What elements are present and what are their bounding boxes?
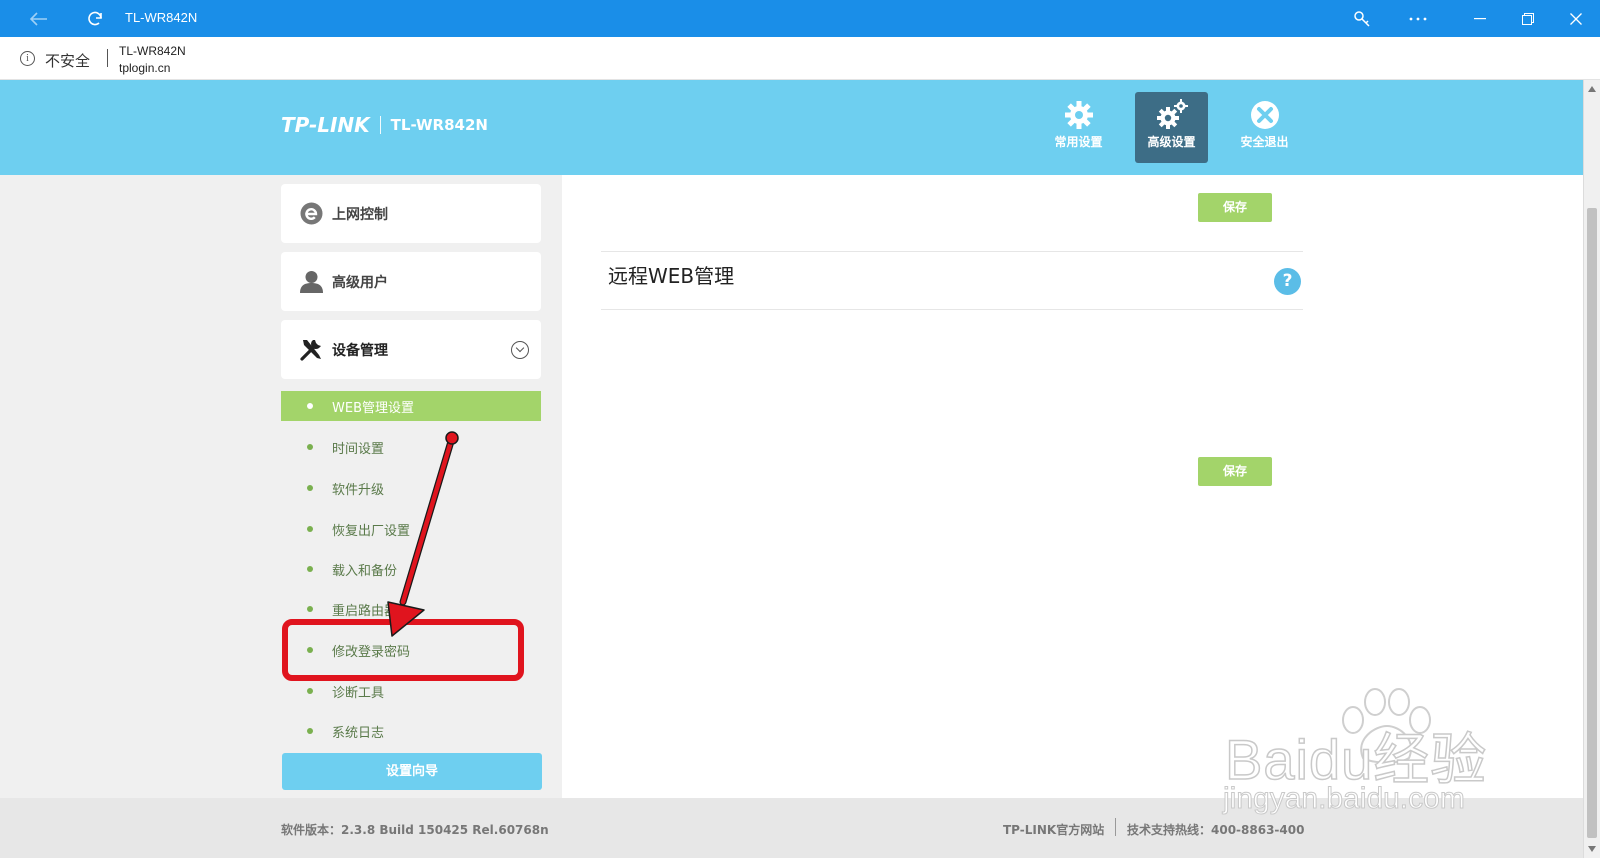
back-arrow-icon[interactable] (26, 0, 52, 37)
sidebar-item-label: 时间设置 (332, 442, 385, 457)
sidebar-item-label: 重启路由器 (332, 604, 398, 619)
tab-title: TL-WR842N (125, 10, 198, 25)
gear-icon (1064, 101, 1093, 129)
sidebar-item-web-management[interactable]: WEB管理设置 (281, 391, 541, 421)
sidebar-item-label: 修改登录密码 (332, 645, 411, 660)
bullet-icon (307, 606, 313, 612)
sidebar-item-label: WEB管理设置 (332, 401, 414, 416)
vertical-scrollbar[interactable] (1583, 80, 1600, 858)
sidebar-item-label: 系统日志 (332, 726, 385, 741)
brand-name: TP-LINK (281, 113, 370, 137)
bullet-icon (307, 485, 313, 491)
divider (601, 251, 1303, 252)
scrollbar-thumb[interactable] (1587, 208, 1597, 838)
sidebar-item-time-settings[interactable]: 时间设置 (281, 432, 541, 462)
internet-e-icon (300, 202, 323, 225)
save-button-bottom[interactable]: 保存 (1198, 457, 1272, 486)
sidebar-item-load-backup[interactable]: 载入和备份 (281, 554, 541, 584)
sidebar-section-label: 上网控制 (332, 207, 388, 223)
address-separator (107, 49, 108, 67)
gears-icon (1156, 99, 1188, 129)
brand-divider (379, 116, 381, 134)
sidebar-item-software-upgrade[interactable]: 软件升级 (281, 473, 541, 503)
support-hotline: 技术支持热线：400-8863-400 (1127, 823, 1305, 837)
bullet-icon (307, 444, 313, 450)
address-bar[interactable]: i 不安全 TL-WR842N tplogin.cn (0, 37, 1600, 80)
refresh-icon[interactable] (82, 0, 108, 37)
info-icon[interactable]: i (20, 51, 35, 66)
nav-logout[interactable]: 安全退出 (1228, 92, 1301, 163)
minimize-icon[interactable] (1467, 0, 1493, 37)
key-icon[interactable] (1349, 0, 1375, 37)
chevron-down-icon[interactable] (511, 341, 529, 359)
bullet-icon (307, 526, 313, 532)
router-header: TP-LINK TL-WR842N 常用设置 高级设置 安全退出 (0, 80, 1583, 175)
main-content: 保存 远程WEB管理 ? 保存 (562, 175, 1583, 798)
restore-icon[interactable] (1515, 0, 1541, 37)
page-viewport: TP-LINK TL-WR842N 常用设置 高级设置 安全退出 上网控制 高级… (0, 80, 1583, 858)
nav-label: 常用设置 (1054, 135, 1103, 149)
scroll-up-icon[interactable] (1588, 86, 1596, 92)
tools-icon (300, 340, 321, 361)
sidebar-section-advanced-user[interactable]: 高级用户 (281, 252, 541, 311)
bullet-icon (307, 403, 313, 409)
software-version: 软件版本：2.3.8 Build 150425 Rel.60768n (281, 823, 549, 837)
brand-model: TL-WR842N (390, 116, 488, 134)
sidebar-item-label: 软件升级 (332, 483, 385, 498)
save-button-top[interactable]: 保存 (1198, 193, 1272, 222)
sidebar-section-label: 高级用户 (332, 275, 388, 291)
nav-label: 高级设置 (1147, 135, 1196, 149)
address-url[interactable]: tplogin.cn (119, 61, 170, 75)
security-label[interactable]: 不安全 (45, 50, 90, 71)
more-options-icon[interactable] (1405, 0, 1431, 37)
sidebar-item-label: 诊断工具 (332, 686, 385, 701)
browser-titlebar: TL-WR842N (0, 0, 1600, 37)
sidebar-item-label: 恢复出厂设置 (332, 524, 411, 539)
setup-wizard-button[interactable]: 设置向导 (282, 753, 542, 790)
sidebar-item-reboot-router[interactable]: 重启路由器 (281, 594, 541, 624)
bullet-icon (307, 688, 313, 694)
sidebar-item-diagnostic-tools[interactable]: 诊断工具 (281, 676, 541, 706)
nav-advanced-settings[interactable]: 高级设置 (1135, 92, 1208, 163)
sidebar-item-change-password[interactable]: 修改登录密码 (281, 635, 541, 665)
close-circle-icon (1250, 101, 1279, 129)
footer-divider (1115, 818, 1116, 836)
sidebar-item-label: 载入和备份 (332, 564, 398, 579)
page-footer: 软件版本：2.3.8 Build 150425 Rel.60768n TP-LI… (0, 798, 1583, 858)
nav-label: 安全退出 (1240, 135, 1289, 149)
bullet-icon (307, 566, 313, 572)
sidebar-section-device-management[interactable]: 设备管理 (281, 320, 541, 379)
nav-common-settings[interactable]: 常用设置 (1042, 92, 1115, 163)
official-site-link[interactable]: TP-LINK官方网站 (1003, 821, 1104, 838)
close-window-icon[interactable] (1563, 0, 1589, 37)
sidebar-section-internet-control[interactable]: 上网控制 (281, 184, 541, 243)
brand-logo: TP-LINK TL-WR842N (281, 113, 488, 137)
divider (601, 309, 1303, 310)
scroll-down-icon[interactable] (1588, 846, 1596, 852)
help-icon[interactable]: ? (1274, 268, 1301, 295)
bullet-icon (307, 647, 313, 653)
sidebar-item-factory-reset[interactable]: 恢复出厂设置 (281, 514, 541, 544)
section-title: 远程WEB管理 (608, 264, 735, 288)
address-page-title: TL-WR842N (119, 44, 186, 58)
sidebar-section-label: 设备管理 (332, 343, 388, 359)
bullet-icon (307, 728, 313, 734)
user-icon (300, 271, 323, 293)
sidebar-item-system-log[interactable]: 系统日志 (281, 716, 541, 746)
